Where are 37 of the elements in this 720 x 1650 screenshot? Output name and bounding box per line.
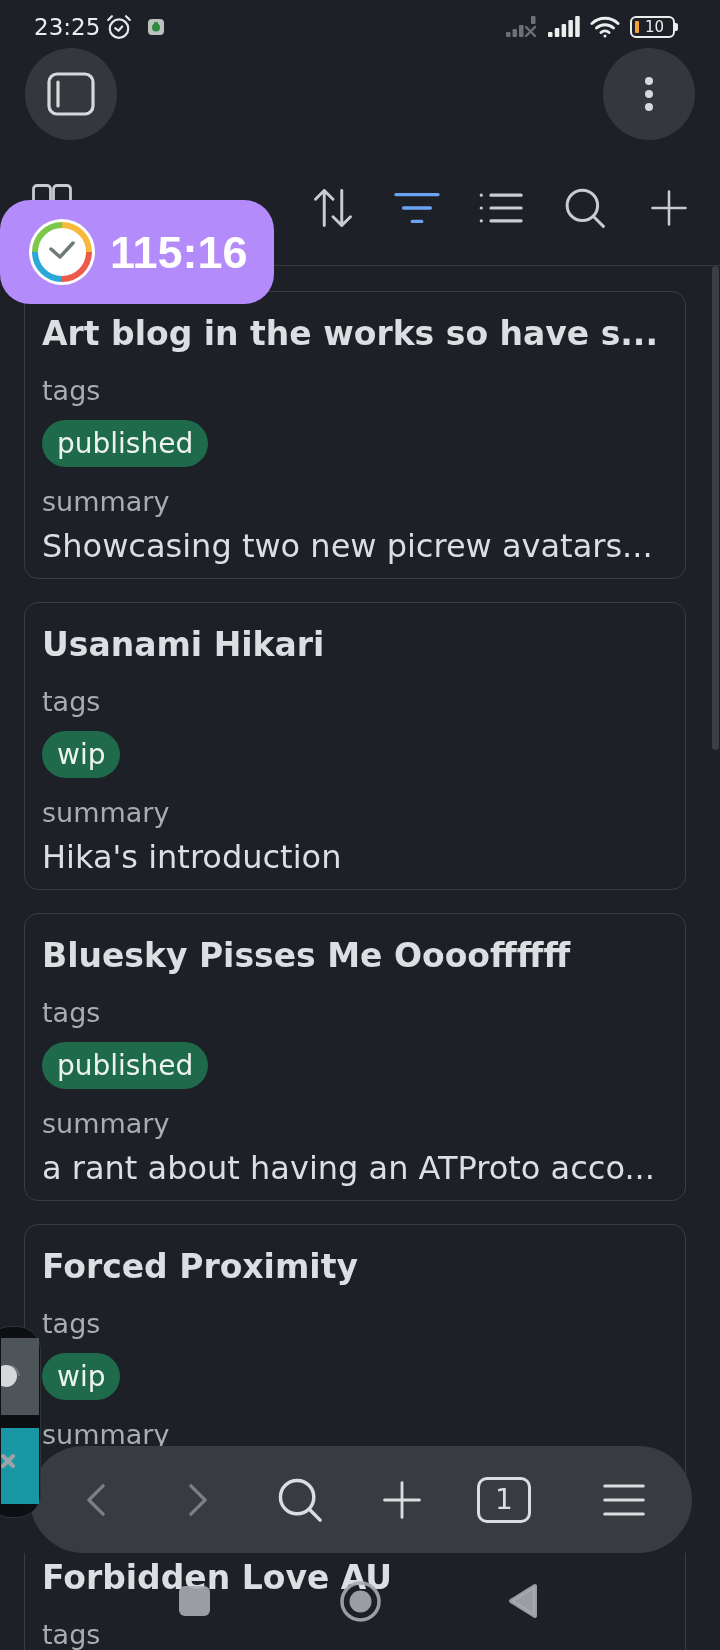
- tag-badge[interactable]: wip: [42, 731, 121, 778]
- more-vertical-icon: [644, 76, 654, 112]
- card-title: Forbidden Love AU: [42, 1557, 393, 1599]
- plus-icon[interactable]: [651, 189, 687, 226]
- card-title: Bluesky Pisses Me Ooooffffff: [42, 935, 571, 977]
- summary-text: a rant about having an ATProto acco...: [42, 1149, 655, 1187]
- tab-count-button[interactable]: 1: [477, 1476, 531, 1523]
- list-icon[interactable]: [479, 191, 523, 224]
- sort-arrows-icon[interactable]: [312, 186, 354, 229]
- triangle-icon[interactable]: [508, 1583, 538, 1619]
- plus-icon[interactable]: [383, 1480, 421, 1519]
- grid-icon[interactable]: [32, 184, 72, 200]
- sidebar-icon: [47, 72, 95, 116]
- status-time: 23:25: [34, 13, 101, 41]
- clock-icon: [28, 218, 96, 286]
- wifi-icon: [590, 16, 620, 38]
- tag-badge[interactable]: published: [42, 420, 209, 467]
- app-notification-icon: [148, 19, 165, 35]
- scrollbar[interactable]: [712, 266, 719, 750]
- card-title: Art blog in the works so have s...: [42, 313, 658, 355]
- battery-indicator: 10: [630, 16, 678, 38]
- field-label: summary: [42, 1424, 170, 1446]
- search-icon[interactable]: [277, 1476, 323, 1523]
- card-title: Forced Proximity: [42, 1246, 358, 1288]
- search-icon[interactable]: [564, 186, 606, 229]
- filter-icon[interactable]: [394, 191, 440, 224]
- signal-icon: [548, 15, 580, 39]
- note-card[interactable]: Usanami Hikari tags wip summary Hika's introduction: [24, 602, 686, 890]
- card-title: Usanami Hikari: [42, 624, 325, 666]
- tag-badge[interactable]: published: [42, 1042, 209, 1089]
- alarm-icon: [106, 14, 133, 40]
- note-card[interactable]: Bluesky Pisses Me Ooooffffff tags published summary a rant about having an ATProto acco...: [24, 913, 686, 1201]
- signal-off-icon: [506, 15, 538, 39]
- summary-text: Hika's introduction: [42, 838, 342, 876]
- menu-icon[interactable]: [603, 1482, 645, 1517]
- summary-text: Showcasing two new picrew avatars...: [42, 527, 653, 565]
- tag-badge[interactable]: wip: [42, 1353, 121, 1400]
